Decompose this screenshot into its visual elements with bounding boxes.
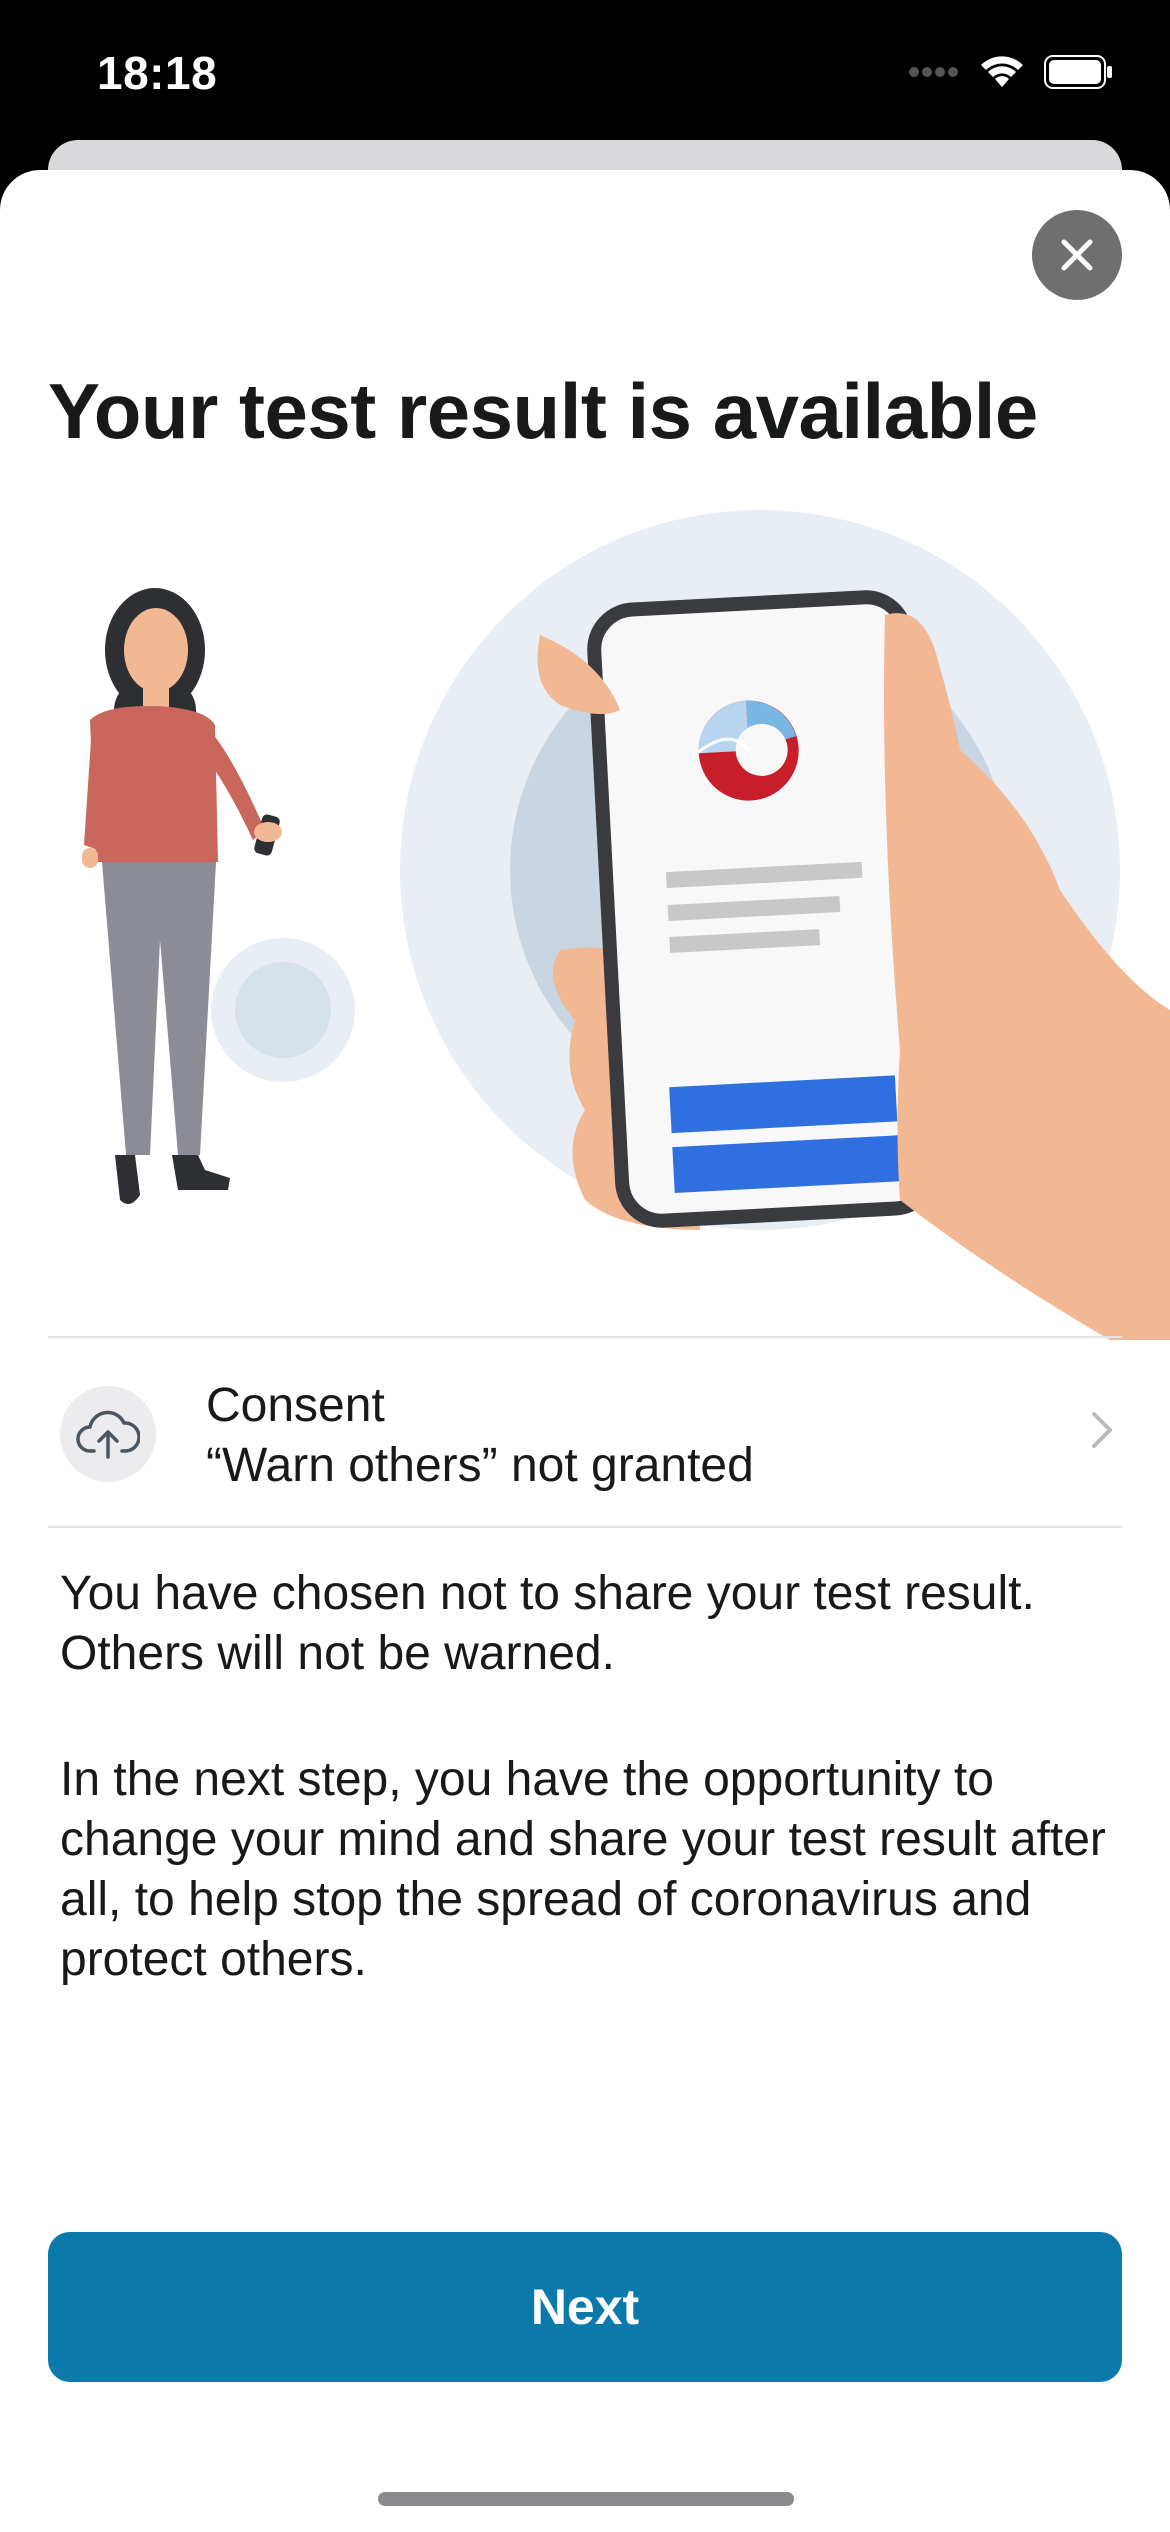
home-indicator (378, 2492, 794, 2506)
next-button[interactable]: Next (48, 2232, 1122, 2382)
status-time: 18:18 (97, 47, 218, 99)
divider-bottom (48, 1526, 1122, 1528)
wifi-icon (981, 56, 1023, 87)
page-title: Your test result is available (48, 367, 1038, 455)
consent-status: “Warn others” not granted (206, 1439, 754, 1492)
battery-icon (1044, 55, 1112, 89)
close-icon (1061, 239, 1093, 271)
info-paragraph-2: In the next step, you have the opportuni… (60, 1753, 1106, 1986)
consent-title: Consent (206, 1379, 385, 1432)
modal-sheet: Your test result is available Consent “W… (0, 170, 1170, 2532)
chevron-right-icon (1092, 1412, 1112, 1448)
cloud-upload-icon (60, 1386, 156, 1482)
illustration (82, 510, 1170, 1340)
status-icons (908, 52, 1114, 92)
consent-row[interactable]: Consent “Warn others” not granted (48, 1338, 1122, 1528)
person-figure (82, 588, 282, 1204)
info-paragraph-1: You have chosen not to share your test r… (60, 1567, 1035, 1680)
status-bar: 18:18 (0, 0, 1170, 140)
cellular-signal-icon (909, 67, 958, 77)
close-button[interactable] (1032, 210, 1122, 300)
